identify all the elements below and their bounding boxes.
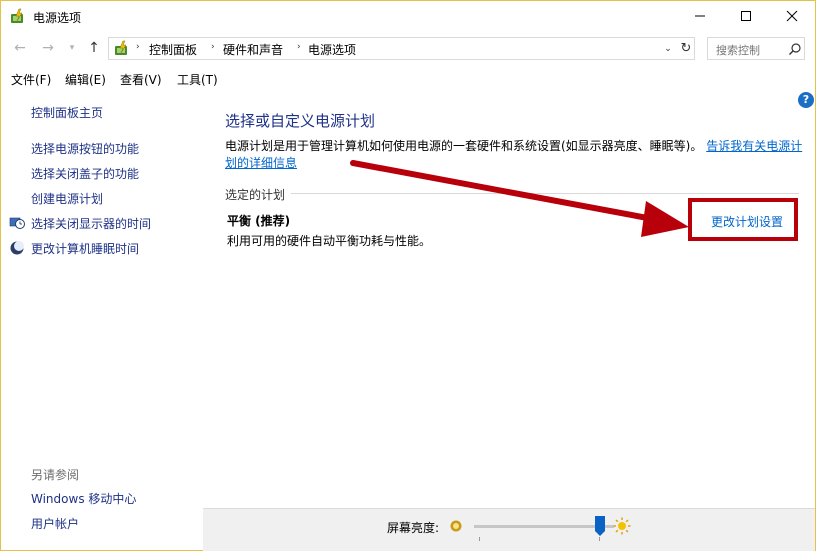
brightness-slider[interactable]	[474, 516, 614, 536]
up-arrow-icon[interactable]: ↑	[85, 39, 103, 57]
bright-sun-icon[interactable]	[613, 517, 631, 535]
menu-edit[interactable]: 编辑(E)	[65, 71, 106, 88]
slider-tick	[479, 537, 480, 541]
search-placeholder: 搜索控制	[716, 44, 760, 57]
sidebar-item-create-plan[interactable]: 创建电源计划	[31, 190, 103, 207]
sidebar-item-control-panel-home[interactable]: 控制面板主页	[31, 104, 103, 121]
minimize-button[interactable]	[677, 1, 723, 31]
brightness-slider-fill	[474, 525, 600, 528]
breadcrumb-chevron-icon[interactable]: ›	[297, 42, 301, 52]
selected-plan-heading: 选定的计划	[225, 186, 292, 203]
breadcrumb-hardware-sound[interactable]: 硬件和声音	[223, 41, 283, 58]
back-arrow-icon[interactable]: ←	[11, 39, 29, 57]
sidebar-item-sleep-time[interactable]: 更改计算机睡眠时间	[31, 240, 139, 257]
moon-icon	[10, 241, 24, 255]
page-title: 选择或自定义电源计划	[225, 112, 376, 130]
window-title: 电源选项	[33, 11, 82, 25]
dim-sun-icon	[450, 520, 462, 532]
menu-tools[interactable]: 工具(T)	[177, 71, 218, 88]
sidebar-item-lid-close[interactable]: 选择关闭盖子的功能	[31, 165, 139, 182]
refresh-icon[interactable]: ↻	[679, 40, 693, 58]
annotation-arrow	[350, 160, 689, 237]
title-bar: 电源选项	[1, 1, 815, 32]
sidebar-item-power-button[interactable]: 选择电源按钮的功能	[31, 140, 139, 157]
minimize-icon	[695, 15, 705, 17]
breadcrumb-control-panel[interactable]: 控制面板	[149, 41, 197, 58]
brightness-label: 屏幕亮度:	[387, 521, 440, 535]
close-button[interactable]	[769, 1, 815, 31]
maximize-button[interactable]	[723, 1, 769, 31]
brightness-bar: 屏幕亮度:	[203, 508, 815, 551]
breadcrumb-chevron-icon[interactable]: ›	[136, 42, 140, 52]
power-options-icon	[11, 8, 23, 23]
plan-name: 平衡 (推荐)	[227, 214, 291, 228]
search-box[interactable]: 搜索控制	[707, 37, 805, 60]
menu-view[interactable]: 查看(V)	[120, 71, 162, 88]
sidebar-item-display-off-time[interactable]: 选择关闭显示器的时间	[31, 215, 151, 232]
breadcrumb-power-options[interactable]: 电源选项	[308, 41, 356, 58]
slider-tick	[599, 537, 600, 541]
control-panel-icon	[115, 40, 127, 55]
brightness-slider-thumb[interactable]	[595, 516, 605, 536]
address-bar[interactable]: › 控制面板 › 硬件和声音 › 电源选项 ⌄ ↻	[108, 37, 695, 60]
address-dropdown-chevron-icon[interactable]: ⌄	[661, 40, 675, 58]
display-clock-icon	[9, 217, 25, 229]
power-options-window: 电源选项 ← → ▾ ↑ › 控制面板 › 硬件和声音 › 电源选项 ⌄ ↻ 搜…	[0, 0, 816, 551]
recent-locations-chevron-icon[interactable]: ▾	[63, 39, 81, 57]
search-icon[interactable]	[788, 42, 802, 56]
sidebar: 控制面板主页 选择电源按钮的功能 选择关闭盖子的功能 创建电源计划 选择关闭显示…	[1, 96, 201, 551]
close-icon	[786, 10, 798, 22]
annotation-highlight-box	[688, 198, 798, 241]
see-also-user-accounts[interactable]: 用户帐户	[31, 515, 79, 532]
menu-bar: 文件(F) 编辑(E) 查看(V) 工具(T)	[1, 68, 815, 90]
see-also-mobility-center[interactable]: Windows 移动中心	[31, 490, 136, 507]
see-also-heading: 另请参阅	[31, 468, 80, 482]
maximize-icon	[741, 11, 751, 21]
menu-file[interactable]: 文件(F)	[11, 71, 51, 88]
forward-arrow-icon[interactable]: →	[39, 39, 57, 57]
breadcrumb-chevron-icon[interactable]: ›	[211, 42, 215, 52]
